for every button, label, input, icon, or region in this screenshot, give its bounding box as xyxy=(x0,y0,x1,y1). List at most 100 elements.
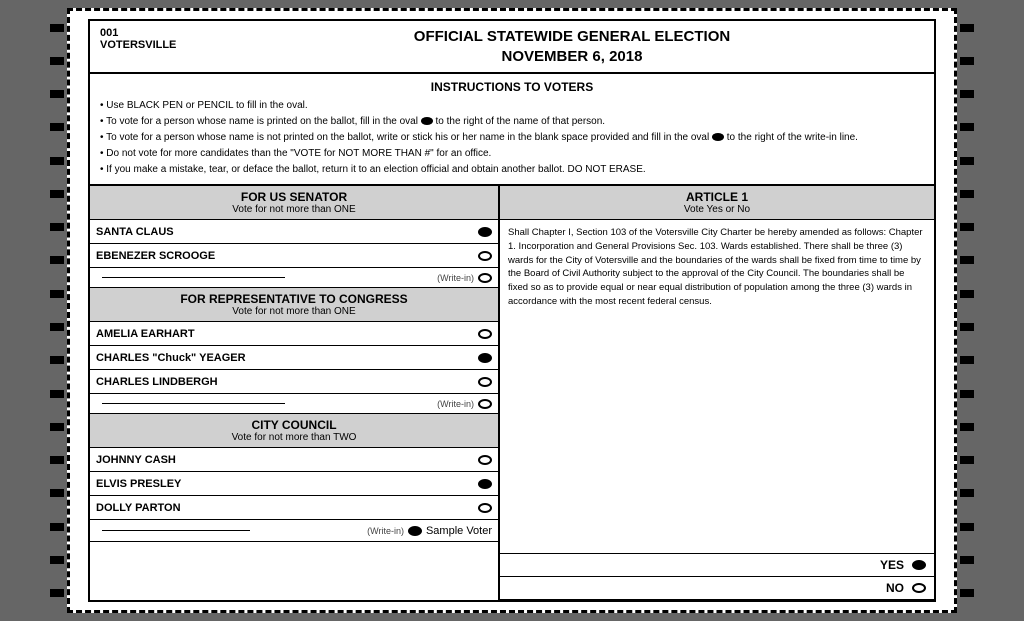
candidate-santa-claus: SANTA CLAUS xyxy=(90,220,498,244)
races-column: FOR US SENATOR Vote for not more than ON… xyxy=(90,186,500,600)
race-senator-subtitle: Vote for not more than ONE xyxy=(96,204,492,215)
oval-amelia-earhart[interactable] xyxy=(478,329,492,339)
race-city-council-header: CITY COUNCIL Vote for not more than TWO xyxy=(90,414,498,448)
instructions-text: • Use BLACK PEN or PENCIL to fill in the… xyxy=(100,98,924,177)
article-subtitle: Vote Yes or No xyxy=(506,204,928,215)
timing-mark xyxy=(960,489,974,497)
timing-mark xyxy=(960,323,974,331)
timing-mark xyxy=(960,456,974,464)
timing-mark xyxy=(50,423,64,431)
oval-ebenezer-scrooge[interactable] xyxy=(478,251,492,261)
ballot-inner: 001 VOTERSVILLE OFFICIAL STATEWIDE GENER… xyxy=(88,19,936,602)
oval-santa-claus[interactable] xyxy=(478,227,492,237)
instruction-line-1: • Use BLACK PEN or PENCIL to fill in the… xyxy=(100,98,924,113)
race-senator-title: FOR US SENATOR xyxy=(96,190,492,204)
write-in-congress: (Write-in) xyxy=(90,394,498,414)
instructions-section: INSTRUCTIONS TO VOTERS • Use BLACK PEN o… xyxy=(90,74,934,186)
timing-mark xyxy=(50,390,64,398)
timing-mark xyxy=(50,190,64,198)
write-in-city-council-line xyxy=(102,530,250,531)
instructions-title: INSTRUCTIONS TO VOTERS xyxy=(100,80,924,94)
vote-yes-label: YES xyxy=(508,558,904,572)
oval-elvis-presley[interactable] xyxy=(478,479,492,489)
timing-mark xyxy=(50,456,64,464)
candidate-name-amelia-earhart: AMELIA EARHART xyxy=(96,328,478,340)
race-senator-header: FOR US SENATOR Vote for not more than ON… xyxy=(90,186,498,220)
timing-mark xyxy=(50,256,64,264)
instruction-line-5: • If you make a mistake, tear, or deface… xyxy=(100,162,924,177)
write-in-senator-label: (Write-in) xyxy=(291,273,474,283)
precinct-name: VOTERSVILLE xyxy=(100,39,220,51)
oval-charles-lindbergh[interactable] xyxy=(478,377,492,387)
write-in-city-council-label: (Write-in) xyxy=(256,526,404,536)
timing-mark xyxy=(50,290,64,298)
election-date: NOVEMBER 6, 2018 xyxy=(220,47,924,67)
timing-mark xyxy=(960,556,974,564)
article-header: ARTICLE 1 Vote Yes or No xyxy=(500,186,934,220)
timing-mark xyxy=(50,323,64,331)
timing-mark xyxy=(50,589,64,597)
candidate-ebenezer-scrooge: EBENEZER SCROOGE xyxy=(90,244,498,268)
instruction-line-4: • Do not vote for more candidates than t… xyxy=(100,146,924,161)
candidate-name-charles-yeager: CHARLES "Chuck" YEAGER xyxy=(96,352,478,364)
article-title: ARTICLE 1 xyxy=(506,190,928,204)
oval-write-in-congress[interactable] xyxy=(478,399,492,409)
candidate-johnny-cash: JOHNNY CASH xyxy=(90,448,498,472)
candidate-dolly-parton: DOLLY PARTON xyxy=(90,496,498,520)
article-column: ARTICLE 1 Vote Yes or No Shall Chapter I… xyxy=(500,186,934,600)
oval-charles-yeager[interactable] xyxy=(478,353,492,363)
candidate-amelia-earhart: AMELIA EARHART xyxy=(90,322,498,346)
timing-mark xyxy=(960,589,974,597)
timing-mark xyxy=(960,390,974,398)
timing-mark xyxy=(50,157,64,165)
write-in-senator-line xyxy=(102,277,285,278)
timing-mark xyxy=(50,489,64,497)
candidate-name-ebenezer-scrooge: EBENEZER SCROOGE xyxy=(96,250,478,262)
precinct-number: 001 xyxy=(100,27,220,39)
candidate-name-johnny-cash: JOHNNY CASH xyxy=(96,454,478,466)
oval-write-in-city-council[interactable] xyxy=(408,526,422,536)
timing-mark xyxy=(960,523,974,531)
sample-voter-text: Sample Voter xyxy=(426,525,492,537)
vote-no-row: NO xyxy=(500,577,934,600)
timing-mark xyxy=(50,556,64,564)
candidate-name-santa-claus: SANTA CLAUS xyxy=(96,226,478,238)
timing-mark xyxy=(50,57,64,65)
oval-dolly-parton[interactable] xyxy=(478,503,492,513)
timing-mark xyxy=(50,123,64,131)
timing-mark xyxy=(50,90,64,98)
oval-write-in-senator[interactable] xyxy=(478,273,492,283)
oval-yes[interactable] xyxy=(912,560,926,570)
vote-no-label: NO xyxy=(508,581,904,595)
election-title: OFFICIAL STATEWIDE GENERAL ELECTION NOVE… xyxy=(220,27,924,66)
timing-mark xyxy=(960,223,974,231)
candidate-name-charles-lindbergh: CHARLES LINDBERGH xyxy=(96,376,478,388)
timing-mark xyxy=(960,90,974,98)
timing-mark xyxy=(960,57,974,65)
candidate-name-elvis-presley: ELVIS PRESLEY xyxy=(96,478,478,490)
ballot-outer: 001 VOTERSVILLE OFFICIAL STATEWIDE GENER… xyxy=(67,8,957,613)
timing-mark xyxy=(50,356,64,364)
timing-mark xyxy=(960,356,974,364)
precinct-info: 001 VOTERSVILLE xyxy=(100,27,220,51)
write-in-congress-label: (Write-in) xyxy=(291,399,474,409)
candidate-elvis-presley: ELVIS PRESLEY xyxy=(90,472,498,496)
timing-mark xyxy=(50,223,64,231)
instruction-line-2: • To vote for a person whose name is pri… xyxy=(100,114,924,129)
race-congress-title: FOR REPRESENTATIVE TO CONGRESS xyxy=(96,292,492,306)
timing-mark xyxy=(960,123,974,131)
timing-mark xyxy=(960,256,974,264)
write-in-senator: (Write-in) xyxy=(90,268,498,288)
timing-mark xyxy=(960,423,974,431)
timing-marks-right xyxy=(958,11,976,610)
timing-marks-left xyxy=(48,11,66,610)
race-city-council-subtitle: Vote for not more than TWO xyxy=(96,432,492,443)
oval-no[interactable] xyxy=(912,583,926,593)
timing-mark xyxy=(960,290,974,298)
race-congress-subtitle: Vote for not more than ONE xyxy=(96,306,492,317)
article-text: Shall Chapter I, Section 103 of the Vote… xyxy=(500,220,934,554)
candidate-name-dolly-parton: DOLLY PARTON xyxy=(96,502,478,514)
candidate-charles-lindbergh: CHARLES LINDBERGH xyxy=(90,370,498,394)
timing-mark xyxy=(50,523,64,531)
oval-johnny-cash[interactable] xyxy=(478,455,492,465)
